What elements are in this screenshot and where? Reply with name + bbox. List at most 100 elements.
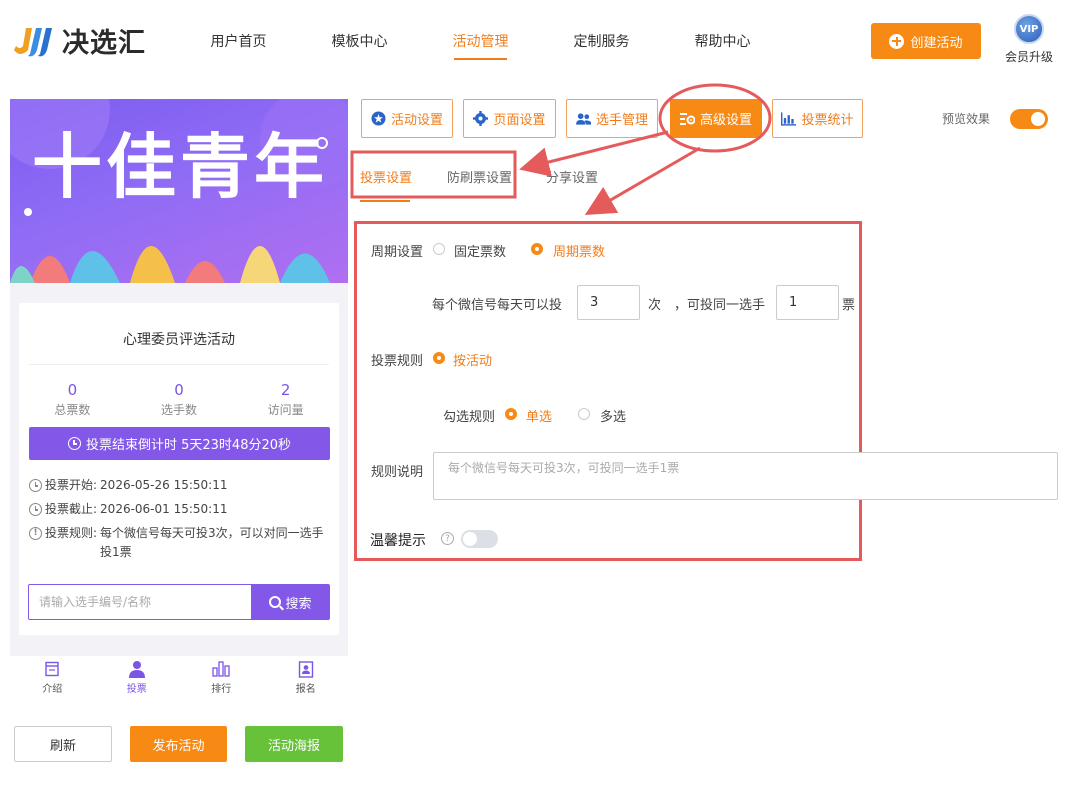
- tab-label: 介绍: [42, 684, 63, 695]
- vote-start-label: 投票开始:: [45, 478, 98, 492]
- vote-end-label: 投票截止:: [45, 502, 98, 516]
- page-settings-button[interactable]: 页面设置: [463, 99, 556, 138]
- vote-rule-value: 每个微信号每天可投3次，可以对同一选手投1票: [100, 526, 324, 559]
- stat-label: 总票数: [54, 403, 91, 417]
- tab-label: 投票: [126, 684, 147, 695]
- users-icon: [575, 111, 591, 126]
- tab-intro[interactable]: 介绍: [10, 656, 95, 699]
- contestant-search-input[interactable]: [28, 584, 251, 620]
- nav-item-help[interactable]: 帮助中心: [662, 0, 783, 82]
- contestant-management-button[interactable]: 选手管理: [566, 99, 658, 138]
- info-icon: !: [29, 527, 42, 540]
- tab-ranking[interactable]: 排行: [179, 656, 264, 699]
- stat-value: 0: [174, 381, 184, 399]
- activity-settings-button[interactable]: 活动设置: [361, 99, 453, 138]
- create-activity-button[interactable]: 创建活动: [871, 23, 981, 59]
- activity-stats: 0 总票数 0 选手数 2 访问量: [19, 381, 339, 418]
- tool-label: 页面设置: [493, 113, 546, 128]
- banner-title: 十佳青年: [32, 126, 328, 208]
- option-multiple-choice[interactable]: 多选: [600, 406, 626, 425]
- option-single-choice[interactable]: 单选: [526, 406, 552, 425]
- stat-value: 2: [280, 381, 291, 399]
- radio-by-activity[interactable]: [433, 352, 445, 364]
- nav-item-activity-management[interactable]: 活动管理: [420, 0, 541, 82]
- user-icon: [95, 660, 180, 678]
- tab-vote-settings[interactable]: 投票设置: [360, 167, 412, 186]
- activity-title: 心理委员评选活动: [123, 332, 235, 348]
- votes-per-day-input[interactable]: [577, 285, 640, 320]
- gear-icon: [473, 111, 489, 126]
- plus-circle-icon: [889, 33, 905, 49]
- vip-badge-icon: VIP: [1014, 14, 1044, 44]
- option-periodic-votes[interactable]: 周期票数: [553, 241, 605, 260]
- help-icon[interactable]: ?: [441, 532, 454, 545]
- stat-value: 0: [67, 381, 78, 399]
- search-button[interactable]: 搜索: [251, 584, 330, 620]
- warm-tip-label: 温馨提示: [370, 533, 426, 549]
- radio-fixed-votes[interactable]: [433, 243, 445, 255]
- annotation-arrow-to-form: [584, 146, 701, 216]
- same-contestant-votes-input[interactable]: [776, 285, 839, 320]
- stat-total-votes: 0 总票数: [19, 381, 126, 418]
- countdown-bar: 投票结束倒计时 5天23时48分20秒: [29, 427, 330, 460]
- rule-description-textarea[interactable]: [433, 452, 1058, 500]
- mobile-tabbar: 介绍 投票 排行 报名: [10, 656, 348, 699]
- logo-text: 决选汇: [62, 27, 146, 59]
- radio-periodic-votes[interactable]: [531, 243, 543, 255]
- vote-rule-label: 投票规则:: [45, 526, 98, 540]
- times-unit: 次: [648, 298, 662, 313]
- main-nav: 用户首页 模板中心 活动管理 定制服务 帮助中心: [178, 0, 783, 82]
- tab-label: 报名: [295, 684, 316, 695]
- vote-statistics-button[interactable]: 投票统计: [772, 99, 863, 138]
- nav-item-custom-service[interactable]: 定制服务: [541, 0, 662, 82]
- nav-item-templates[interactable]: 模板中心: [299, 0, 420, 82]
- per-day-votes-label: 每个微信号每天可以投: [432, 298, 563, 313]
- vote-settings-form-highlight: [354, 221, 862, 561]
- advanced-settings-button[interactable]: 高级设置: [670, 99, 762, 138]
- tool-label: 高级设置: [699, 113, 752, 128]
- stat-contestants: 0 选手数: [126, 381, 233, 418]
- vip-upgrade[interactable]: VIP 会员升级: [1000, 14, 1058, 65]
- tab-anti-fraud-settings[interactable]: 防刷票设置: [447, 167, 512, 186]
- option-fixed-votes[interactable]: 固定票数: [454, 241, 506, 260]
- preview-effect-toggle[interactable]: [1010, 109, 1048, 129]
- stat-label: 选手数: [161, 403, 198, 417]
- stat-label: 访问量: [267, 403, 304, 417]
- activity-poster-button[interactable]: 活动海报: [245, 726, 343, 762]
- selection-rule-label: 勾选规则: [443, 410, 496, 425]
- tab-vote[interactable]: 投票: [95, 656, 180, 699]
- settings-sliders-icon: [679, 111, 695, 126]
- same-contestant-label: ，可投同一选手: [674, 298, 766, 313]
- activity-banner: 十佳青年: [10, 99, 348, 283]
- activity-info-card: 心理委员评选活动 0 总票数 0 选手数 2 访问量 投票结束倒计时 5天23时…: [19, 303, 339, 635]
- document-icon: [10, 660, 95, 678]
- tab-share-settings[interactable]: 分享设置: [546, 167, 598, 186]
- vip-upgrade-label: 会员升级: [1004, 50, 1053, 64]
- top-header: 决选汇 用户首页 模板中心 活动管理 定制服务 帮助中心 创建活动 VIP 会员…: [0, 0, 1076, 82]
- vote-rule-label: 投票规则: [371, 354, 424, 369]
- bar-chart-icon: [179, 660, 264, 678]
- search-button-label: 搜索: [285, 596, 312, 612]
- tab-signup[interactable]: 报名: [264, 656, 349, 699]
- vote-end-line: 投票截止: 2026-06-01 15:50:11: [29, 500, 329, 519]
- tool-label: 选手管理: [595, 113, 648, 128]
- period-settings-label: 周期设置: [371, 245, 424, 260]
- nav-item-home[interactable]: 用户首页: [178, 0, 299, 82]
- clock-icon: [29, 503, 42, 516]
- warm-tip-toggle[interactable]: [461, 530, 498, 548]
- preview-effect-label: 预览效果: [942, 112, 991, 126]
- option-by-activity[interactable]: 按活动: [453, 350, 492, 369]
- bar-chart-icon: [781, 111, 797, 126]
- votes-unit: 票: [842, 298, 856, 313]
- vote-start-value: 2026-05-26 15:50:11: [100, 478, 228, 492]
- radio-multiple-choice[interactable]: [578, 408, 590, 420]
- logo[interactable]: 决选汇: [10, 20, 146, 60]
- refresh-button[interactable]: 刷新: [14, 726, 112, 762]
- tool-label: 活动设置: [390, 113, 443, 128]
- clock-icon: [67, 437, 81, 450]
- publish-activity-button[interactable]: 发布活动: [130, 726, 227, 762]
- vote-end-value: 2026-06-01 15:50:11: [100, 502, 228, 516]
- profile-card-icon: [264, 660, 349, 678]
- radio-single-choice[interactable]: [505, 408, 517, 420]
- stat-visits: 2 访问量: [232, 381, 339, 418]
